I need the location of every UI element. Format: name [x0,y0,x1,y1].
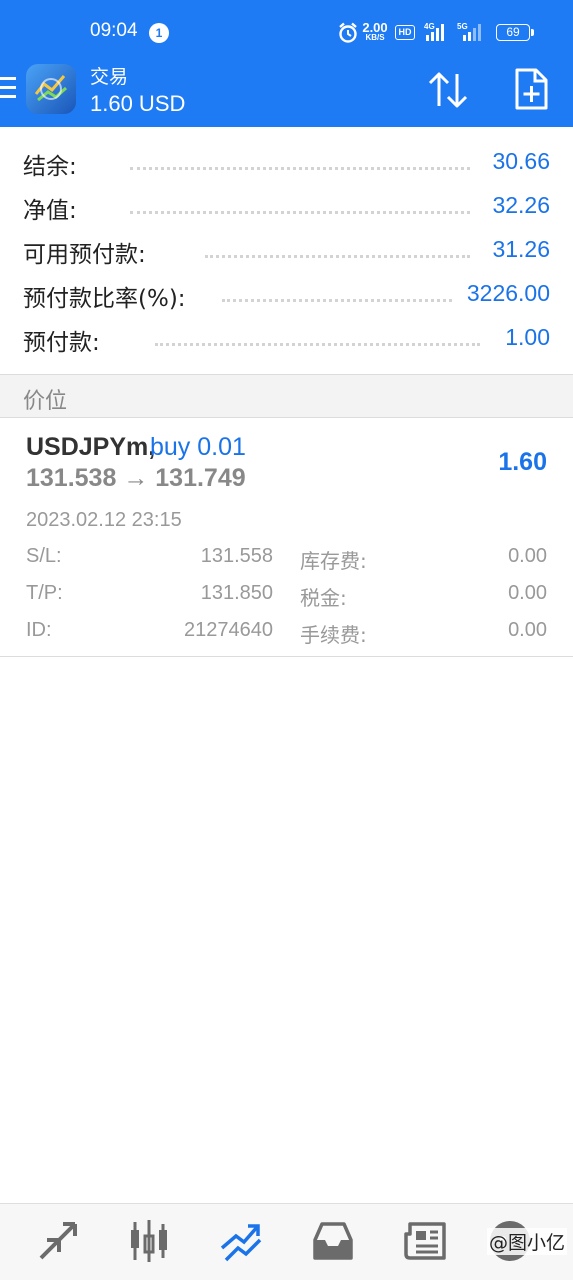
sl-label: S/L: [26,545,62,567]
battery-indicator: 69 [496,24,534,41]
signal-4g-label: 4G [424,22,435,31]
sl-value: 131.558 [200,545,273,567]
balance-value: 30.66 [486,148,550,175]
app-logo [26,64,76,114]
tp-label: T/P: [26,582,63,604]
position-type: buy 0.01 [150,433,246,461]
dotted-leader [155,343,480,346]
menu-icon[interactable] [0,77,18,103]
app-header: 09:04 1 2.00 KB/S HD 4G 5G 69 交易 1.60 US… [0,0,573,127]
notification-badge: 1 [149,23,169,43]
dotted-leader [130,167,470,170]
position-item[interactable]: USDJPYm, buy 0.01 131.538 → 131.749 1.60… [0,419,573,657]
alarm-icon [339,22,357,43]
signal-5g-label: 5G [457,22,468,31]
status-icons: 2.00 KB/S HD 4G 5G 69 [338,21,538,45]
news-icon[interactable] [402,1218,448,1264]
summary-row: 结余: 30.66 [0,141,573,185]
page-title: 交易 [90,67,129,88]
account-summary: 结余: 30.66 净值: 32.26 可用预付款: 31.26 预付款比率(%… [0,141,573,361]
margin-level-label: 预付款比率(%): [23,279,192,313]
position-detail-row: ID: 21274640 手续费: 0.00 [0,619,573,649]
position-detail-row: S/L: 131.558 库存费: 0.00 [0,545,573,575]
account-profit: 1.60 USD [90,91,186,116]
section-title: 价位 [23,389,68,414]
margin-value: 1.00 [499,324,550,351]
tax-value: 0.00 [508,582,547,604]
hd-badge: HD [395,25,415,40]
swap-value: 0.00 [508,545,547,567]
id-value: 21274640 [184,619,273,641]
summary-row: 可用预付款: 31.26 [0,229,573,273]
position-detail-row: T/P: 131.850 税金: 0.00 [0,582,573,612]
net-speed: 2.00 KB/S [360,21,390,42]
signal-5g-icon: 5G [457,22,481,41]
position-symbol: USDJPYm, [26,433,156,461]
watermark-text: @图小亿 [486,1228,567,1255]
positions-section-header: 价位 [0,374,573,418]
commission-value: 0.00 [508,619,547,641]
swap-label: 库存费: [300,549,367,573]
position-profit: 1.60 [498,448,547,476]
equity-label: 净值: [23,191,83,225]
margin-level-value: 3226.00 [460,280,550,307]
position-open-time: 2023.02.12 23:15 [26,509,182,531]
free-margin-value: 31.26 [486,236,550,263]
sort-icon[interactable] [426,70,470,110]
history-icon[interactable] [310,1218,356,1264]
summary-row: 预付款: 1.00 [0,317,573,361]
id-label: ID: [26,619,52,641]
dotted-leader [130,211,470,214]
free-margin-label: 可用预付款: [23,235,152,269]
commission-label: 手续费: [300,623,367,647]
trade-icon[interactable] [218,1218,264,1264]
dotted-leader [205,255,470,258]
signal-4g-icon: 4G [424,22,444,41]
toolbar: 交易 1.60 USD [0,62,573,127]
status-time: 09:04 [90,20,138,41]
bottom-nav: @图小亿 [0,1203,573,1280]
dotted-leader [222,299,452,302]
summary-row: 预付款比率(%): 3226.00 [0,273,573,317]
net-speed-unit: KB/S [365,33,385,42]
new-order-icon[interactable] [513,68,549,110]
status-bar: 09:04 1 2.00 KB/S HD 4G 5G 69 [0,0,573,62]
tp-value: 131.850 [200,582,273,604]
margin-label: 预付款: [23,323,106,357]
balance-label: 结余: [23,147,83,181]
position-prices: 131.538 → 131.749 [26,464,246,492]
equity-value: 32.26 [486,192,550,219]
quotes-icon[interactable] [35,1218,81,1264]
chart-icon[interactable] [126,1218,172,1264]
summary-row: 净值: 32.26 [0,185,573,229]
tax-label: 税金: [300,586,347,610]
